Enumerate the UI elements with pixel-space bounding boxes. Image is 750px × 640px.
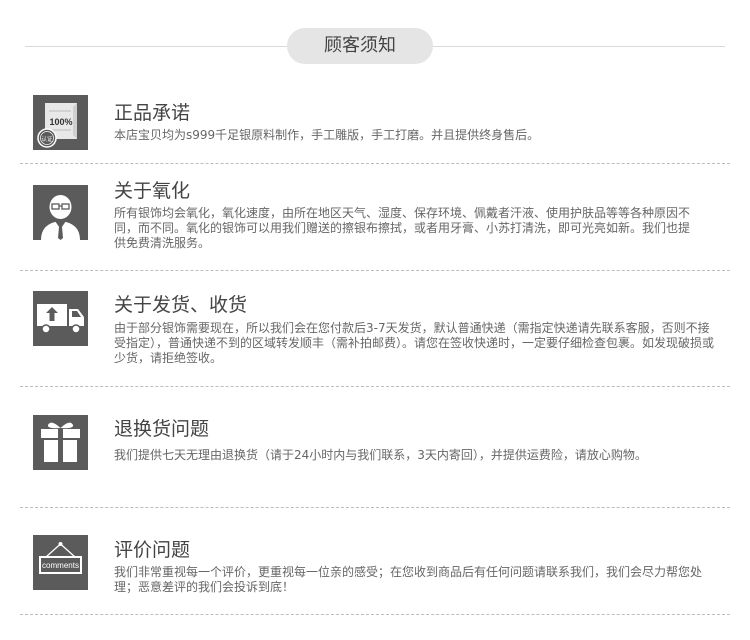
section-body-oxidation: 所有银饰均会氧化，氧化速度，由所在地区天气、湿度、保存环境、佩戴者汗液、使用护肤… — [114, 206, 691, 250]
certificate-icon-text: 100% — [49, 117, 72, 127]
section-divider — [20, 614, 730, 615]
section-body-returns: 我们提供七天无理由退换货（请于24小时内与我们联系，3天内寄回），并提供运费险，… — [114, 448, 647, 462]
section-body-reviews: 我们非常重视每一个评价，更重视每一位亲的感受；在您收到商品后有任何问题请联系我们… — [114, 565, 703, 594]
comments-sign-icon: comments — [33, 535, 88, 590]
section-body-shipping: 由于部分银饰需要现在，所以我们会在您付款后3-7天发货，默认普通快递（需指定快递… — [114, 321, 715, 365]
delivery-truck-icon — [33, 291, 88, 346]
section-title-reviews: 评价问题 — [114, 539, 191, 561]
person-icon — [33, 185, 88, 240]
section-divider — [20, 507, 730, 508]
certificate-badge-text: 认证 — [41, 135, 53, 143]
section-divider — [20, 270, 730, 271]
section-title-oxidation: 关于氧化 — [114, 180, 191, 202]
header-title: 顾客须知 — [287, 28, 433, 64]
certificate-icon: 100% 认证 — [33, 95, 88, 150]
section-title-returns: 退换货问题 — [114, 418, 210, 440]
notice-header: 顾客须知 — [0, 0, 750, 80]
section-title-shipping: 关于发货、收货 — [114, 294, 248, 316]
gift-box-icon — [33, 415, 88, 470]
section-divider — [20, 163, 730, 164]
section-title-authenticity: 正品承诺 — [114, 102, 191, 124]
comments-sign-text: comments — [42, 561, 79, 570]
section-divider — [20, 386, 730, 387]
section-body-authenticity: 本店宝贝均为s999千足银原料制作，手工雕版，手工打磨。并且提供终身售后。 — [114, 128, 540, 142]
